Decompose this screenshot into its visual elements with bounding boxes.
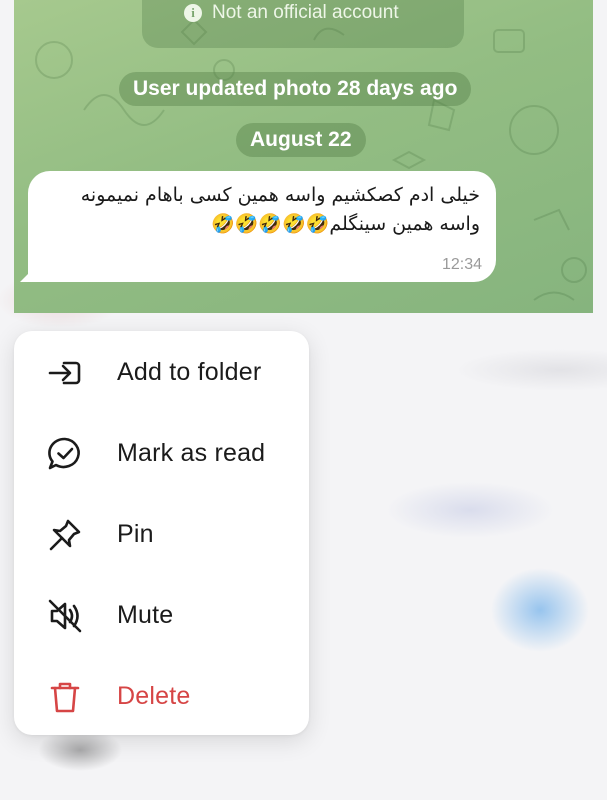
menu-item-pin[interactable]: Pin bbox=[14, 494, 309, 575]
message-bubble[interactable]: خیلی ادم کصکشیم واسه همین کسی باهام نمیم… bbox=[28, 171, 496, 282]
message-text: خیلی ادم کصکشیم واسه همین کسی باهام نمیم… bbox=[80, 184, 480, 235]
menu-item-mute[interactable]: Mute bbox=[14, 575, 309, 656]
trash-icon bbox=[45, 677, 85, 717]
menu-item-label: Pin bbox=[117, 520, 154, 548]
chat-check-icon bbox=[45, 434, 85, 474]
menu-item-label: Mute bbox=[117, 601, 174, 629]
account-notice: i Not an official account bbox=[184, 0, 399, 26]
menu-item-add-to-folder[interactable]: Add to folder bbox=[14, 332, 309, 413]
account-notice-text: Not an official account bbox=[212, 2, 399, 23]
folder-add-icon bbox=[45, 353, 85, 393]
date-separator: August 22 bbox=[236, 123, 366, 157]
service-message-photo-updated: User updated photo 28 days ago bbox=[119, 72, 472, 106]
info-icon: i bbox=[184, 4, 202, 22]
menu-item-label: Mark as read bbox=[117, 439, 266, 467]
chat-preview: i Not an official account User updated p… bbox=[14, 0, 593, 313]
mute-icon bbox=[45, 596, 85, 636]
message-time: 12:34 bbox=[441, 256, 482, 273]
chat-context-menu: Add to folder Mark as read Pin Mute Dele… bbox=[14, 331, 309, 735]
menu-item-label: Add to folder bbox=[117, 358, 262, 386]
menu-item-mark-as-read[interactable]: Mark as read bbox=[14, 413, 309, 494]
menu-item-delete[interactable]: Delete bbox=[14, 656, 309, 737]
menu-item-label: Delete bbox=[117, 682, 191, 710]
pin-icon bbox=[45, 515, 85, 555]
